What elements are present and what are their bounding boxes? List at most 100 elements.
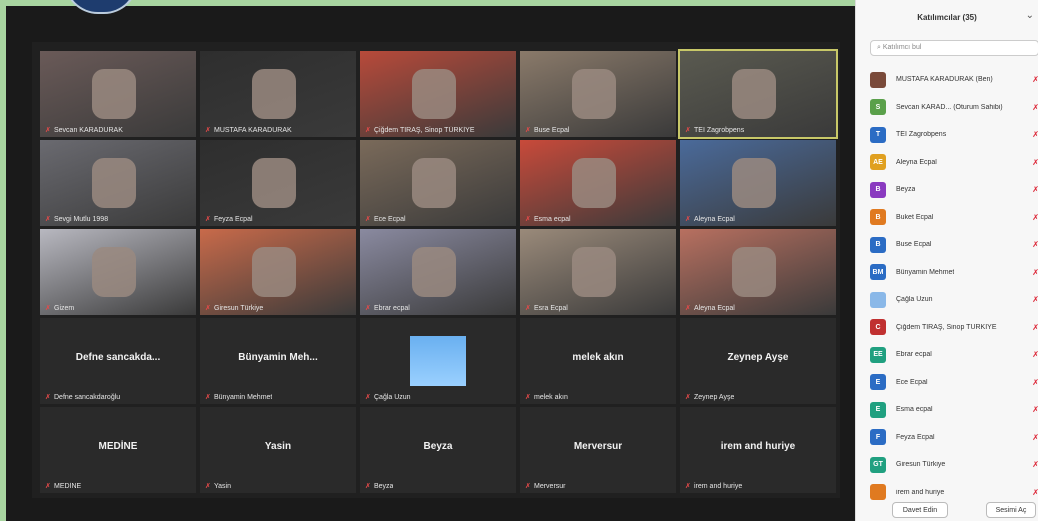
participant-name: Aleyna Ecpal bbox=[896, 158, 937, 166]
close-icon[interactable]: ⌄ bbox=[1026, 10, 1034, 21]
participant-tile[interactable]: Bünyamin Meh... ✗ Bünyamin Mehmet bbox=[200, 318, 356, 404]
mic-muted-icon: ✗ bbox=[45, 305, 51, 312]
unmute-button[interactable]: Sesimi Aç bbox=[986, 502, 1036, 518]
participant-name: Bünyamin Mehmet bbox=[896, 268, 955, 276]
mic-muted-icon[interactable]: ✗ bbox=[1032, 460, 1038, 469]
participant-tile[interactable]: ✗ Esra Ecpal bbox=[520, 229, 676, 315]
mic-muted-icon: ✗ bbox=[45, 394, 51, 401]
participant-name: TEI Zagrobpens bbox=[896, 131, 947, 139]
participant-tile[interactable]: irem and huriye ✗ irem and huriye bbox=[680, 407, 836, 493]
mic-muted-icon[interactable]: ✗ bbox=[1032, 378, 1038, 387]
mic-muted-icon[interactable]: ✗ bbox=[1032, 185, 1038, 194]
tile-name-label: ✗ Giresun Türkiye bbox=[205, 304, 263, 312]
mic-muted-icon[interactable]: ✗ bbox=[1032, 75, 1038, 84]
participant-row[interactable]: B Buse Ecpal ✗ bbox=[870, 231, 1038, 259]
participant-tile[interactable]: ✗ Ebrar ecpal bbox=[360, 229, 516, 315]
participant-row[interactable]: Çağla Uzun ✗ bbox=[870, 286, 1038, 314]
mic-muted-icon[interactable]: ✗ bbox=[1032, 350, 1038, 359]
participant-tile[interactable]: ✗ Buse Ecpal bbox=[520, 51, 676, 137]
avatar: F bbox=[870, 429, 886, 446]
participant-tile[interactable]: ✗ Sevgi Mutlu 1998 bbox=[40, 140, 196, 226]
participant-tile[interactable]: ✗ Çiğdem TIRAŞ, Sinop TÜRKİYE bbox=[360, 51, 516, 137]
mic-muted-icon[interactable]: ✗ bbox=[1032, 130, 1038, 139]
mic-muted-icon[interactable]: ✗ bbox=[1032, 240, 1038, 249]
participant-tile[interactable]: ✗ TEI Zagrobpens bbox=[678, 49, 838, 139]
tile-display-name: MEDİNE bbox=[98, 441, 138, 452]
participant-row[interactable]: BM Bünyamin Mehmet ✗ bbox=[870, 259, 1038, 287]
participant-row[interactable]: AE Aleyna Ecpal ✗ bbox=[870, 149, 1038, 177]
participant-search-input[interactable]: ⌕ Katılımcı bul bbox=[870, 40, 1038, 56]
mic-muted-icon[interactable]: ✗ bbox=[1032, 158, 1038, 167]
participant-tile[interactable]: Zeynep Ayşe ✗ Zeynep Ayşe bbox=[680, 318, 836, 404]
mic-muted-icon[interactable]: ✗ bbox=[1032, 295, 1038, 304]
mic-muted-icon[interactable]: ✗ bbox=[1032, 103, 1038, 112]
video-gallery: ✗ Sevcan KARADURAK ✗ MUSTAFA KARADURAK ✗ Çiğd… bbox=[32, 42, 840, 498]
tile-name-label: ✗ Çağla Uzun bbox=[365, 393, 411, 401]
participant-tile[interactable]: ✗ Çağla Uzun bbox=[360, 318, 516, 404]
participant-tile[interactable]: ✗ Giresun Türkiye bbox=[200, 229, 356, 315]
participant-tile[interactable]: Defne sancakda... ✗ Defne sancakdaroğlu bbox=[40, 318, 196, 404]
mic-muted-icon[interactable]: ✗ bbox=[1032, 433, 1038, 442]
tile-name-label: ✗ Zeynep Ayşe bbox=[685, 393, 734, 401]
tile-name-text: Aleyna Ecpal bbox=[694, 305, 735, 312]
tile-name-text: irem and huriye bbox=[694, 483, 743, 490]
participant-row[interactable]: E Ece Ecpal ✗ bbox=[870, 369, 1038, 397]
tile-name-text: MUSTAFA KARADURAK bbox=[214, 127, 292, 134]
avatar: T bbox=[870, 126, 886, 143]
participant-tile[interactable]: MEDİNE ✗ MEDİNE bbox=[40, 407, 196, 493]
participant-name: Beyza bbox=[896, 186, 916, 194]
tile-name-label: ✗ Ebrar ecpal bbox=[365, 304, 410, 312]
mic-muted-icon: ✗ bbox=[685, 483, 691, 490]
participant-name: Buket Ecpal bbox=[896, 213, 934, 221]
participant-row[interactable]: MUSTAFA KARADURAK (Ben) ✗ bbox=[870, 66, 1038, 94]
blurred-face bbox=[732, 158, 776, 208]
blurred-face bbox=[572, 69, 616, 119]
mic-muted-icon: ✗ bbox=[365, 216, 371, 223]
blurred-face bbox=[92, 158, 136, 208]
participant-name: MUSTAFA KARADURAK (Ben) bbox=[896, 76, 993, 84]
participant-row[interactable]: B Beyza ✗ bbox=[870, 176, 1038, 204]
blurred-face bbox=[572, 247, 616, 297]
participant-tile[interactable]: ✗ Aleyna Ecpal bbox=[680, 140, 836, 226]
mic-muted-icon[interactable]: ✗ bbox=[1032, 268, 1038, 277]
participant-row[interactable]: C Çiğdem TIRAŞ, Sinop TÜRKİYE ✗ bbox=[870, 314, 1038, 342]
blurred-face bbox=[412, 158, 456, 208]
tile-name-text: Çağla Uzun bbox=[374, 394, 411, 401]
participant-name: Buse Ecpal bbox=[896, 241, 932, 249]
mic-muted-icon[interactable]: ✗ bbox=[1032, 323, 1038, 332]
participant-tile[interactable]: ✗ MUSTAFA KARADURAK bbox=[200, 51, 356, 137]
participant-tile[interactable]: ✗ Gizem bbox=[40, 229, 196, 315]
participant-tile[interactable]: ✗ Esma ecpal bbox=[520, 140, 676, 226]
mic-muted-icon: ✗ bbox=[525, 483, 531, 490]
participant-row[interactable]: GT Giresun Türkiye ✗ bbox=[870, 451, 1038, 479]
participant-row[interactable]: EE Ebrar ecpal ✗ bbox=[870, 341, 1038, 369]
avatar: EE bbox=[870, 346, 886, 363]
participant-tile[interactable]: ✗ Sevcan KARADURAK bbox=[40, 51, 196, 137]
participant-row[interactable]: S Sevcan KARAD... (Oturum Sahibi) ✗ bbox=[870, 94, 1038, 122]
tile-name-text: Sevgi Mutlu 1998 bbox=[54, 216, 109, 223]
profile-picture bbox=[410, 336, 466, 386]
mic-muted-icon: ✗ bbox=[365, 394, 371, 401]
participant-tile[interactable]: Beyza ✗ Beyza bbox=[360, 407, 516, 493]
participant-row[interactable]: F Feyza Ecpal ✗ bbox=[870, 424, 1038, 452]
participant-tile[interactable]: Yasin ✗ Yasin bbox=[200, 407, 356, 493]
invite-button[interactable]: Davet Edin bbox=[892, 502, 948, 518]
blurred-face bbox=[252, 69, 296, 119]
participant-tile[interactable]: Merversur ✗ Merversur bbox=[520, 407, 676, 493]
mic-muted-icon[interactable]: ✗ bbox=[1032, 405, 1038, 414]
mic-muted-icon[interactable]: ✗ bbox=[1032, 488, 1038, 497]
mic-muted-icon[interactable]: ✗ bbox=[1032, 213, 1038, 222]
participant-row[interactable]: B Buket Ecpal ✗ bbox=[870, 204, 1038, 232]
tile-name-text: MEDİNE bbox=[54, 483, 82, 490]
avatar: E bbox=[870, 401, 886, 418]
tile-name-text: Esra Ecpal bbox=[534, 305, 568, 312]
participant-row[interactable]: T TEI Zagrobpens ✗ bbox=[870, 121, 1038, 149]
participant-tile[interactable]: melek akın ✗ melek akın bbox=[520, 318, 676, 404]
participant-tile[interactable]: ✗ Ece Ecpal bbox=[360, 140, 516, 226]
participant-tile[interactable]: ✗ Aleyna Ecpal bbox=[680, 229, 836, 315]
mic-muted-icon: ✗ bbox=[525, 394, 531, 401]
tile-name-label: ✗ Esra Ecpal bbox=[525, 304, 568, 312]
participant-tile[interactable]: ✗ Feyza Ecpal bbox=[200, 140, 356, 226]
participant-row[interactable]: E Esma ecpal ✗ bbox=[870, 396, 1038, 424]
participant-name: Çağla Uzun bbox=[896, 296, 933, 304]
